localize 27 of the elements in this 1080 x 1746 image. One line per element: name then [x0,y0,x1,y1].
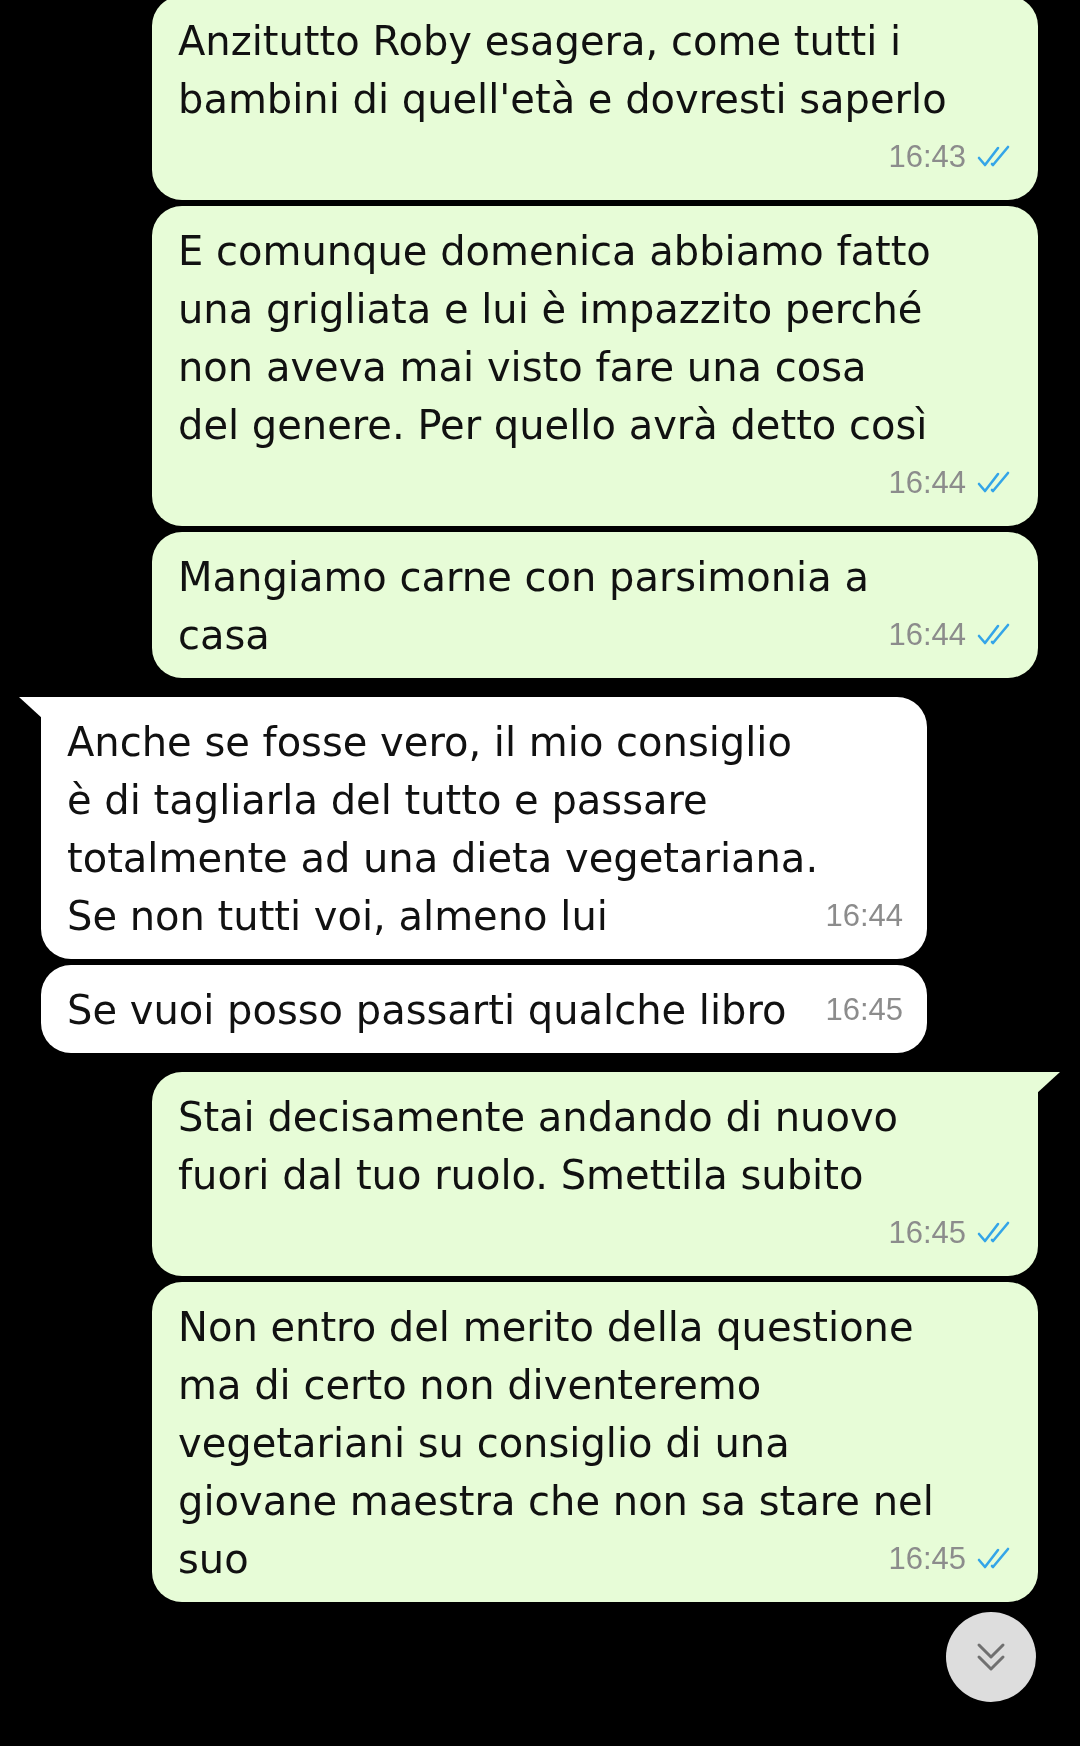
message-line: Se vuoi posso passarti qualche libro [67,986,787,1035]
message-line: suo [178,1535,249,1584]
message-line: del genere. Per quello avrà detto così [178,401,928,450]
message-time: 16:44 [888,464,966,502]
message-time: 16:45 [888,1214,966,1252]
message-line: Anche se fosse vero, il mio consiglio [67,718,792,767]
message-line: ma di certo non diventeremo [178,1361,762,1410]
message-time: 16:44 [825,897,903,935]
message-line: casa [178,611,270,660]
message-line: non aveva mai visto fare una cosa [178,343,867,392]
message-line: Se non tutti voi, almeno lui [67,892,608,941]
message-line: una grigliata e lui è impazzito perché [178,285,923,334]
message-line: giovane maestra che non sa stare nel [178,1477,934,1526]
message-time: 16:45 [825,991,903,1029]
message-time: 16:43 [888,138,966,176]
message-time: 16:44 [888,616,966,654]
message-line: totalmente ad una dieta vegetariana. [67,834,819,883]
message-time: 16:45 [888,1540,966,1578]
message-line: Anzitutto Roby esagera, come tutti i [178,17,902,66]
message-line: bambini di quell'età e dovresti saperlo [178,75,947,124]
message-line: vegetariani su consiglio di una [178,1419,790,1468]
message-line: Stai decisamente andando di nuovo [178,1093,899,1142]
message-line: E comunque domenica abbiamo fatto [178,227,931,276]
message-line: è di tagliarla del tutto e passare [67,776,708,825]
message-line: fuori dal tuo ruolo. Smettila subito [178,1151,864,1200]
message-line: Mangiamo carne con parsimonia a [178,553,869,602]
message-line: Non entro del merito della questione [178,1303,914,1352]
